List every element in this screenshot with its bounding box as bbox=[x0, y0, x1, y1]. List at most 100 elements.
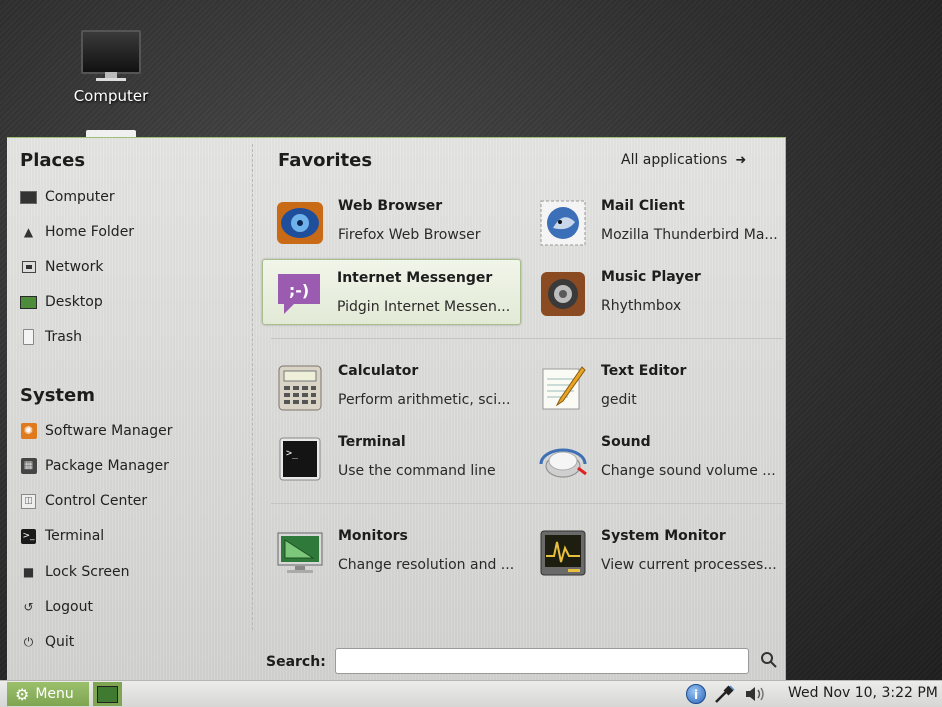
app-name: Terminal bbox=[338, 434, 406, 450]
volume-icon bbox=[746, 687, 764, 701]
terminal-icon: >_ bbox=[20, 528, 37, 545]
places-item-desktop[interactable]: Desktop bbox=[20, 288, 240, 316]
lock-icon: ■ bbox=[22, 565, 35, 579]
app-name: System Monitor bbox=[601, 528, 726, 544]
system-item-label: Quit bbox=[45, 634, 75, 650]
app-description: Perform arithmetic, sci... bbox=[338, 392, 511, 408]
places-title: Places bbox=[20, 150, 86, 171]
desktop-icon bbox=[20, 294, 37, 311]
app-monitors[interactable]: Monitors Change resolution and ... bbox=[265, 521, 523, 583]
sound-knob-icon bbox=[539, 448, 587, 478]
app-sound[interactable]: Sound Change sound volume ... bbox=[528, 427, 786, 489]
system-item-label: Control Center bbox=[45, 493, 148, 509]
calculator-icon bbox=[278, 365, 322, 411]
trash-icon bbox=[20, 329, 37, 346]
app-description: Change sound volume ... bbox=[601, 463, 776, 479]
places-item-label: Home Folder bbox=[45, 224, 135, 240]
system-item-package-manager[interactable]: ▦ Package Manager bbox=[20, 452, 240, 480]
app-name: Internet Messenger bbox=[337, 270, 493, 286]
svg-text:>_: >_ bbox=[286, 448, 299, 459]
app-system-monitor[interactable]: System Monitor View current processes... bbox=[528, 521, 786, 583]
menu-button[interactable]: ⚙ Menu bbox=[7, 682, 89, 706]
network-icon bbox=[20, 259, 37, 276]
pane-divider bbox=[252, 144, 253, 630]
places-item-label: Computer bbox=[45, 189, 115, 205]
app-text-editor[interactable]: Text Editor gedit bbox=[528, 356, 786, 418]
search-input[interactable] bbox=[335, 648, 749, 674]
clock[interactable]: Wed Nov 10, 3:22 PM bbox=[788, 685, 938, 701]
search-label: Search: bbox=[266, 654, 326, 670]
app-name: Monitors bbox=[338, 528, 408, 544]
update-manager-tray[interactable]: i bbox=[684, 683, 708, 705]
app-description: Change resolution and ... bbox=[338, 557, 515, 573]
favorites-title: Favorites bbox=[278, 150, 373, 171]
computer-icon bbox=[20, 189, 37, 206]
desktop-icon bbox=[97, 685, 118, 703]
app-mail-client[interactable]: Mail Client Mozilla Thunderbird Ma... bbox=[528, 191, 786, 253]
system-item-terminal[interactable]: >_ Terminal bbox=[20, 522, 240, 550]
places-item-label: Desktop bbox=[45, 294, 103, 310]
app-description: View current processes... bbox=[601, 557, 777, 573]
all-applications-button[interactable]: All applications ➜ bbox=[621, 152, 746, 168]
bottom-panel: ⚙ Menu i Wed Nov 10, 3:22 PM bbox=[0, 680, 942, 707]
app-terminal[interactable]: >_ Terminal Use the command line bbox=[265, 427, 523, 489]
system-item-label: Terminal bbox=[45, 528, 105, 544]
system-item-label: Package Manager bbox=[45, 458, 169, 474]
separator bbox=[271, 338, 783, 339]
app-internet-messenger[interactable]: ;-) Internet Messenger Pidgin Internet M… bbox=[262, 259, 521, 325]
system-item-logout[interactable]: ↺ Logout bbox=[20, 593, 240, 621]
system-item-lock-screen[interactable]: ■ Lock Screen bbox=[20, 558, 240, 586]
desktop-icon-computer[interactable]: Computer bbox=[61, 30, 161, 105]
computer-icon bbox=[81, 30, 141, 78]
gear-icon: ⚙ bbox=[15, 684, 30, 704]
search-icon[interactable] bbox=[759, 651, 779, 671]
network-plug-icon bbox=[715, 685, 735, 703]
system-monitor-icon bbox=[540, 530, 586, 576]
app-description: Pidgin Internet Messen... bbox=[337, 299, 511, 315]
app-description: Use the command line bbox=[338, 463, 496, 479]
system-item-label: Software Manager bbox=[45, 423, 173, 439]
volume-tray[interactable] bbox=[743, 683, 771, 705]
app-name: Calculator bbox=[338, 363, 419, 379]
places-item-computer[interactable]: Computer bbox=[20, 183, 240, 211]
app-music-player[interactable]: Music Player Rhythmbox bbox=[528, 262, 786, 324]
svg-text:;-): ;-) bbox=[289, 281, 309, 300]
system-item-label: Logout bbox=[45, 599, 93, 615]
places-item-trash[interactable]: Trash bbox=[20, 323, 240, 351]
system-title: System bbox=[20, 385, 95, 406]
text-editor-icon bbox=[542, 366, 586, 410]
places-item-home-folder[interactable]: ▲ Home Folder bbox=[20, 218, 240, 246]
thunderbird-icon bbox=[540, 200, 586, 246]
places-item-network[interactable]: Network bbox=[20, 253, 240, 281]
system-item-label: Lock Screen bbox=[45, 564, 130, 580]
speaker-icon bbox=[541, 272, 585, 316]
control-center-icon: ◫ bbox=[20, 493, 37, 510]
arrow-right-icon: ➜ bbox=[735, 152, 747, 168]
firefox-icon bbox=[277, 202, 323, 244]
places-item-label: Network bbox=[45, 259, 104, 275]
app-name: Web Browser bbox=[338, 198, 443, 214]
update-shield-icon: i bbox=[686, 684, 706, 704]
system-item-software-manager[interactable]: ✺ Software Manager bbox=[20, 417, 240, 445]
app-name: Text Editor bbox=[601, 363, 687, 379]
logout-icon: ↺ bbox=[23, 600, 34, 614]
separator bbox=[271, 503, 783, 504]
app-calculator[interactable]: Calculator Perform arithmetic, sci... bbox=[265, 356, 523, 418]
app-description: gedit bbox=[601, 392, 637, 408]
app-name: Mail Client bbox=[601, 198, 685, 214]
package-manager-icon: ▦ bbox=[20, 458, 37, 475]
app-name: Sound bbox=[601, 434, 651, 450]
app-description: Firefox Web Browser bbox=[338, 227, 481, 243]
terminal-icon: >_ bbox=[279, 437, 321, 481]
pidgin-icon: ;-) bbox=[278, 274, 320, 314]
application-menu: Places Computer ▲ Home Folder Network De… bbox=[7, 137, 786, 680]
system-item-control-center[interactable]: ◫ Control Center bbox=[20, 487, 240, 515]
home-icon: ▲ bbox=[23, 225, 34, 239]
app-description: Rhythmbox bbox=[601, 298, 682, 314]
system-item-quit[interactable]: ⏻ Quit bbox=[20, 628, 240, 656]
network-tray[interactable] bbox=[713, 683, 737, 705]
app-name: Music Player bbox=[601, 269, 701, 285]
places-item-label: Trash bbox=[45, 329, 82, 345]
show-desktop-button[interactable] bbox=[93, 682, 122, 706]
app-web-browser[interactable]: Web Browser Firefox Web Browser bbox=[265, 191, 523, 253]
